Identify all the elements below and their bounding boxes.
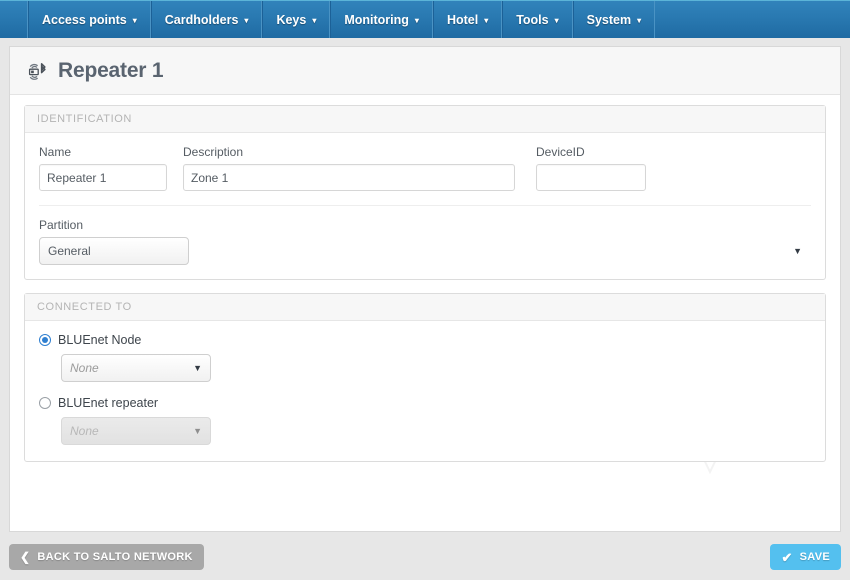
identification-divider [39, 205, 811, 206]
chevron-down-icon: ▼ [793, 246, 802, 256]
footer: ❮ BACK TO SALTO NETWORK ✔ SAVE [0, 0, 850, 580]
check-icon: ✔ [781, 549, 793, 565]
bluenet-node-radio[interactable] [39, 334, 51, 346]
page-body: IDENTIFICATION Name Description DeviceID [10, 95, 840, 475]
partition-select-wrap: General ▼ [39, 237, 811, 265]
identification-panel-heading: IDENTIFICATION [25, 106, 825, 133]
partition-select[interactable]: General [39, 237, 189, 265]
bluenet-repeater-select: None [61, 417, 211, 445]
identification-panel-body: Name Description DeviceID Partition [25, 133, 825, 279]
description-label: Description [183, 145, 244, 159]
name-field-group: Name [39, 145, 167, 191]
bluenet-repeater-select-group: None ▼ [61, 417, 811, 445]
device-id-label: DeviceID [536, 145, 585, 159]
name-label: Name [39, 145, 72, 159]
footer-bar: ❮ BACK TO SALTO NETWORK ✔ SAVE [0, 534, 850, 580]
connected-to-panel: CONNECTED TO BLUEnet Node None ▼ BLUEnet… [24, 293, 826, 462]
bluenet-node-select[interactable]: None [61, 354, 211, 382]
bluenet-node-select-wrap: None ▼ [61, 354, 211, 382]
identification-panel: IDENTIFICATION Name Description DeviceID [24, 105, 826, 280]
bluenet-repeater-label: BLUEnet repeater [58, 396, 159, 410]
save-button-label: SAVE [799, 551, 830, 563]
device-id-field-group: DeviceID [536, 145, 646, 191]
bluenet-repeater-radio-row[interactable]: BLUEnet repeater [39, 396, 811, 410]
bluenet-repeater-radio[interactable] [39, 397, 51, 409]
bluenet-node-select-group: None ▼ [61, 354, 811, 382]
bluenet-node-label: BLUEnet Node [58, 333, 142, 347]
partition-field-group: Partition General ▼ [39, 218, 811, 265]
bluenet-repeater-select-wrap: None ▼ [61, 417, 211, 445]
description-input[interactable] [183, 164, 515, 191]
connected-to-panel-heading: CONNECTED TO [25, 294, 825, 321]
device-id-input[interactable] [536, 164, 646, 191]
name-input[interactable] [39, 164, 167, 191]
identification-fields-row: Name Description DeviceID [39, 145, 811, 191]
partition-label: Partition [39, 218, 84, 232]
connected-to-panel-body: BLUEnet Node None ▼ BLUEnet repeater Non… [25, 321, 825, 461]
save-button[interactable]: ✔ SAVE [770, 544, 841, 570]
back-to-salto-network-button[interactable]: ❮ BACK TO SALTO NETWORK [9, 544, 204, 570]
back-button-label: BACK TO SALTO NETWORK [37, 551, 193, 563]
chevron-left-icon: ❮ [20, 550, 31, 564]
description-field-group: Description [183, 145, 515, 191]
bluenet-node-radio-row[interactable]: BLUEnet Node [39, 333, 811, 347]
